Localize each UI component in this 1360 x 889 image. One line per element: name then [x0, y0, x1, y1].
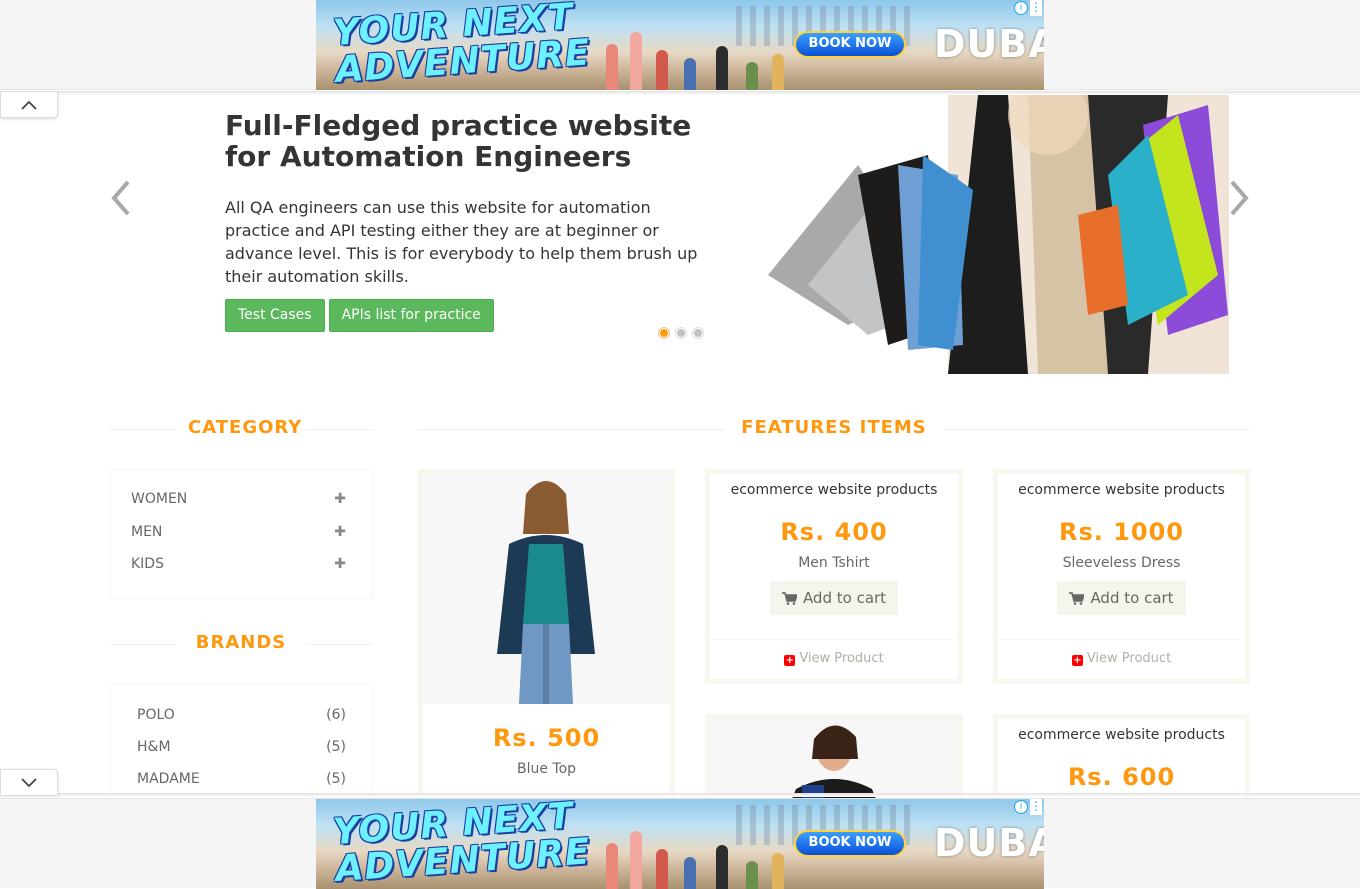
add-to-cart-label: Add to cart — [802, 589, 887, 607]
category-item-men[interactable]: MEN ✚ — [131, 524, 346, 540]
slider-dot-3[interactable] — [693, 328, 703, 338]
collapse-ad-button[interactable] — [0, 92, 58, 118]
info-icon[interactable]: i — [1014, 1, 1028, 15]
slider-dot-2[interactable] — [676, 328, 686, 338]
ad-people-image — [586, 20, 796, 90]
brand-name: H&M — [137, 739, 171, 755]
brand-item-madame[interactable]: MADAME (5) — [137, 771, 346, 787]
slider-title: Full-Fledged practice website for Automa… — [225, 109, 692, 173]
category-label: WOMEN — [131, 491, 188, 507]
brand-count: (5) — [326, 739, 346, 755]
test-cases-button[interactable]: Test Cases — [225, 299, 325, 332]
brand-count: (6) — [326, 707, 346, 723]
plus-square-icon: + — [784, 655, 796, 666]
category-title: CATEGORY — [176, 417, 306, 438]
add-to-cart-label: Add to cart — [1090, 589, 1174, 607]
ad-book-now-button[interactable]: BOOK NOW — [794, 830, 906, 857]
ad-banner-bottom[interactable]: YOUR NEXT ADVENTURE BOOK NOW DUBAI i ⋮ — [316, 799, 1044, 889]
bottom-ad-bar: YOUR NEXT ADVENTURE BOOK NOW DUBAI i ⋮ — [0, 798, 1360, 889]
brand-item-hm[interactable]: H&M (5) — [137, 739, 346, 755]
top-ad-bar: YOUR NEXT ADVENTURE BOOK NOW DUBAI i ⋮ — [0, 0, 1360, 90]
category-label: KIDS — [131, 556, 164, 572]
product-card-blue-top: Rs. 500 Blue Top — [418, 469, 675, 809]
product-card-men-tshirt: ecommerce website products Rs. 400 Men T… — [705, 469, 963, 684]
ad-divider — [0, 91, 1360, 95]
slider-prev-button[interactable] — [108, 176, 134, 227]
view-product-label: View Product — [799, 651, 884, 666]
chevron-right-icon — [1230, 180, 1249, 216]
category-item-kids[interactable]: KIDS ✚ — [131, 556, 346, 572]
chevron-left-icon — [111, 180, 130, 216]
info-icon[interactable]: i — [1014, 800, 1028, 814]
product-image-blue-top — [423, 474, 670, 704]
ad-brand-logo: DUBAI — [934, 821, 1044, 865]
view-product-link[interactable]: + View Product — [998, 639, 1245, 679]
category-panel: WOMEN ✚ MEN ✚ KIDS ✚ — [110, 469, 373, 599]
slider-next-button[interactable] — [1226, 176, 1252, 227]
brand-name: MADAME — [137, 771, 200, 787]
ad-people-image — [586, 819, 796, 889]
add-to-cart-button[interactable]: Add to cart — [1057, 581, 1186, 615]
ad-headline: YOUR NEXT ADVENTURE — [331, 0, 592, 90]
bottom-ad-divider — [0, 793, 1360, 797]
ad-book-now-button[interactable]: BOOK NOW — [794, 31, 906, 58]
slider-dot-1[interactable] — [659, 328, 669, 338]
plus-icon[interactable]: ✚ — [334, 491, 346, 507]
slider-indicators — [659, 328, 703, 338]
ad-brand-logo: DUBAI — [934, 22, 1044, 66]
add-to-cart-button[interactable]: Add to cart — [769, 581, 899, 615]
category-label: MEN — [131, 524, 163, 540]
product-price: Rs. 500 — [492, 724, 601, 752]
ad-banner[interactable]: YOUR NEXT ADVENTURE BOOK NOW DUBAI i ⋮ — [316, 0, 1044, 90]
chevron-up-icon — [21, 100, 37, 110]
ad-headline: YOUR NEXT ADVENTURE — [331, 799, 592, 889]
plus-square-icon: + — [1071, 655, 1083, 666]
chevron-down-icon — [21, 777, 37, 787]
brand-item-polo[interactable]: POLO (6) — [137, 707, 346, 723]
collapse-bottom-ad-button[interactable] — [0, 769, 58, 795]
apis-list-button[interactable]: APIs list for practice — [328, 299, 494, 332]
slider-text: Full-Fledged practice website for Automa… — [225, 110, 715, 332]
features-title: FEATURES ITEMS — [724, 417, 944, 438]
view-product-link[interactable]: + View Product — [710, 639, 958, 679]
product-price: Rs. 600 — [1067, 763, 1176, 791]
brand-name: POLO — [137, 707, 175, 723]
category-item-women[interactable]: WOMEN ✚ — [131, 491, 346, 507]
product-name: Sleeveless Dress — [1062, 555, 1181, 571]
product-label: ecommerce website products — [1018, 482, 1225, 498]
hero-shopping-image — [748, 95, 1229, 374]
product-card-sleeveless-dress: ecommerce website products Rs. 1000 Slee… — [993, 469, 1250, 684]
view-product-label: View Product — [1086, 651, 1172, 666]
brands-panel: POLO (6) H&M (5) MADAME (5) — [110, 684, 373, 804]
product-name: Men Tshirt — [798, 555, 870, 571]
product-name: Blue Top — [516, 761, 577, 777]
plus-icon[interactable]: ✚ — [334, 524, 346, 540]
shopping-cart-icon — [1069, 591, 1085, 605]
product-label: ecommerce website products — [730, 482, 938, 498]
plus-icon[interactable]: ✚ — [334, 556, 346, 572]
slider-description: All QA engineers can use this website fo… — [225, 198, 698, 286]
product-price: Rs. 1000 — [1058, 518, 1185, 546]
slider-buttons: Test Cases APIs list for practice — [225, 299, 715, 332]
kebab-menu-icon[interactable]: ⋮ — [1030, 799, 1042, 815]
product-label: ecommerce website products — [1018, 727, 1225, 743]
shopping-cart-icon — [781, 591, 797, 605]
brand-count: (5) — [326, 771, 346, 787]
kebab-menu-icon[interactable]: ⋮ — [1030, 0, 1042, 16]
shopping-bags-illustration — [768, 95, 1229, 374]
product-price: Rs. 400 — [780, 518, 888, 546]
brands-title: BRANDS — [176, 632, 306, 653]
